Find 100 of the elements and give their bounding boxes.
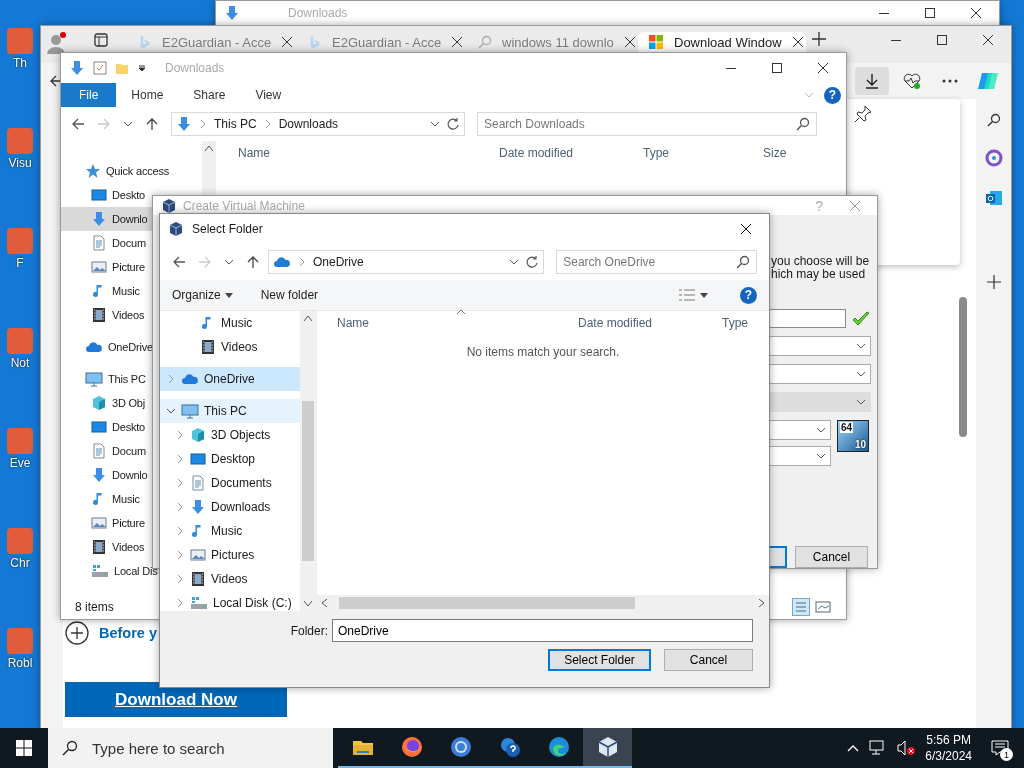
pin-icon bbox=[854, 105, 872, 123]
nav-item[interactable]: This PC bbox=[61, 367, 152, 391]
nav-item[interactable]: Docum bbox=[61, 439, 152, 463]
taskbar-app[interactable] bbox=[583, 728, 632, 768]
taskbar-search-field[interactable]: Type here to search bbox=[48, 728, 333, 768]
scrollbar[interactable] bbox=[317, 595, 769, 611]
nav-item[interactable]: Downlo bbox=[61, 463, 152, 487]
tree-item[interactable]: 3D Objects bbox=[160, 423, 300, 447]
chevron-down-icon bbox=[166, 406, 176, 416]
scroll-right-icon bbox=[759, 599, 765, 607]
address-bar[interactable]: This PC Downloads bbox=[171, 112, 465, 136]
folder-icon bbox=[115, 61, 129, 75]
dialog-button[interactable]: Cancel bbox=[664, 649, 753, 671]
nav-item[interactable]: Docum bbox=[61, 231, 152, 255]
nav-item[interactable]: Deskto bbox=[61, 415, 152, 439]
search-field[interactable]: Search Downloads bbox=[477, 112, 817, 136]
nav-item[interactable]: Music bbox=[61, 279, 152, 303]
new-folder-button[interactable]: New folder bbox=[256, 286, 323, 304]
nav-item[interactable]: Quick access bbox=[61, 159, 169, 183]
up-arrow-icon bbox=[246, 255, 260, 269]
nav-item[interactable]: Videos bbox=[61, 535, 152, 559]
browser-tab[interactable]: Download Window bbox=[638, 32, 806, 52]
nav-item[interactable]: Downlo bbox=[61, 207, 152, 231]
column-header[interactable]: Date modified bbox=[578, 316, 722, 330]
notifications-button[interactable]: 1 bbox=[982, 728, 1018, 768]
download-icon bbox=[91, 467, 107, 483]
section-heading: Before y bbox=[99, 625, 158, 641]
search-field[interactable]: Search OneDrive bbox=[556, 250, 757, 274]
cube-icon bbox=[190, 427, 206, 443]
picture-icon bbox=[91, 515, 107, 531]
nav-item[interactable]: Local Dis bbox=[61, 559, 158, 583]
chevron-down-icon bbox=[430, 119, 440, 129]
chevron-right-icon bbox=[175, 574, 185, 584]
address-bar[interactable]: OneDrive bbox=[268, 250, 545, 274]
browser-tab[interactable]: E2Guardian - Acce bbox=[298, 32, 462, 52]
nav-item[interactable]: 3D Obj bbox=[61, 391, 152, 415]
chevron-down-icon bbox=[856, 341, 866, 351]
film-icon bbox=[200, 339, 216, 355]
chevron-right-icon bbox=[175, 526, 185, 536]
close-icon bbox=[791, 36, 804, 48]
dialog-button[interactable]: Select Folder bbox=[548, 649, 651, 671]
maximize-icon bbox=[936, 34, 948, 46]
column-header[interactable]: Date modified bbox=[499, 146, 643, 160]
nav-item[interactable]: Picture bbox=[61, 255, 152, 279]
nav-item[interactable]: Deskto bbox=[61, 183, 152, 207]
scroll-up-icon bbox=[205, 145, 213, 151]
tree-item[interactable]: Documents bbox=[160, 471, 300, 495]
folder-field[interactable]: OneDrive bbox=[332, 619, 753, 642]
browser-tab[interactable]: windows 11 downlo bbox=[468, 32, 632, 52]
cloud-icon bbox=[273, 254, 291, 270]
chevron-down-icon bbox=[816, 451, 826, 461]
help-button[interactable]: ? bbox=[824, 86, 841, 104]
chevron-down-icon bbox=[123, 119, 133, 129]
column-header[interactable]: Name bbox=[238, 146, 499, 160]
ribbon-tab[interactable]: File bbox=[61, 83, 117, 107]
tree-item[interactable]: Pictures bbox=[160, 543, 300, 567]
nav-item[interactable]: Picture bbox=[61, 511, 152, 535]
download-now-button[interactable]: Download Now bbox=[65, 682, 287, 717]
column-header[interactable]: Name bbox=[317, 316, 578, 330]
help-button[interactable]: ? bbox=[740, 286, 757, 304]
browser-tab[interactable]: E2Guardian - Acce bbox=[128, 32, 292, 52]
wave-logo-icon bbox=[546, 735, 571, 759]
tree-item[interactable]: Downloads bbox=[160, 495, 300, 519]
close-icon bbox=[623, 36, 636, 48]
desktop-icon-label: Not bbox=[10, 356, 30, 370]
desktop-icon bbox=[190, 451, 206, 467]
cube-logo-icon bbox=[161, 197, 177, 214]
scrollbar[interactable] bbox=[202, 141, 216, 197]
tree-item[interactable]: This PC bbox=[160, 399, 300, 423]
back-arrow-icon bbox=[172, 255, 186, 269]
cancel-button[interactable]: Cancel bbox=[795, 546, 868, 568]
tree-item[interactable]: Music bbox=[160, 519, 300, 543]
ribbon-tab[interactable]: Share bbox=[178, 83, 241, 107]
close-icon bbox=[817, 62, 829, 74]
tree-item[interactable]: OneDrive bbox=[160, 367, 300, 391]
ribbon-tab[interactable]: View bbox=[240, 83, 297, 107]
ring-icon bbox=[448, 735, 473, 759]
search-icon bbox=[986, 113, 1001, 127]
tree-item[interactable]: Music bbox=[160, 311, 300, 335]
nav-item[interactable]: Music bbox=[61, 487, 152, 511]
tree-item[interactable]: Videos bbox=[160, 567, 300, 591]
properties-icon bbox=[93, 61, 107, 75]
field-label: Folder: bbox=[290, 623, 328, 638]
downloads-button[interactable] bbox=[855, 67, 889, 95]
tree-item[interactable]: Desktop bbox=[160, 447, 300, 471]
scrollbar[interactable] bbox=[300, 311, 316, 611]
column-header[interactable]: Type bbox=[722, 316, 762, 330]
column-header[interactable]: Type bbox=[643, 146, 763, 160]
nav-item[interactable]: Videos bbox=[61, 303, 152, 327]
desktop-icon-label: Eve bbox=[9, 456, 31, 470]
tree-item[interactable]: Videos bbox=[160, 335, 300, 359]
column-header[interactable]: Size bbox=[763, 146, 823, 160]
nav-item[interactable]: OneDrive bbox=[61, 335, 153, 359]
scrollbar[interactable] bbox=[959, 297, 967, 437]
tree-item[interactable]: Local Disk (C:) bbox=[160, 591, 300, 611]
status-text: 8 items bbox=[75, 600, 114, 614]
ribbon-tab[interactable]: Home bbox=[116, 83, 179, 107]
ribbon-expand-icon bbox=[804, 90, 814, 100]
close-icon bbox=[982, 34, 994, 46]
organize-button[interactable]: Organize bbox=[168, 286, 237, 304]
